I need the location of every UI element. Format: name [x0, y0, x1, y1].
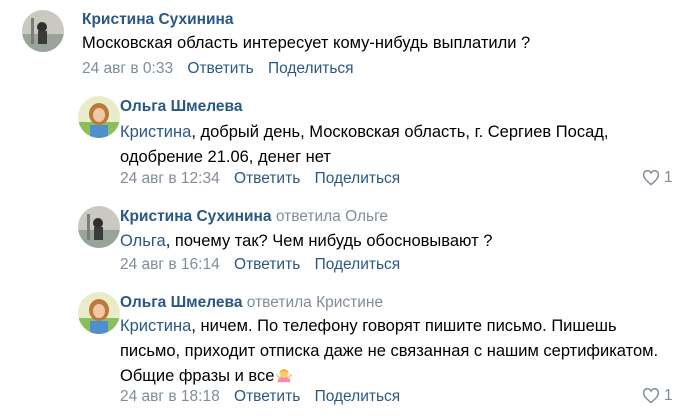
comment-text: Кристина, добрый день, Московская област… [120, 120, 608, 170]
timestamp[interactable]: 24 авг в 18:18 [120, 388, 220, 405]
comment-text: Кристина, ничем. По телефону говорят пиш… [120, 314, 658, 389]
share-button[interactable]: Поделиться [315, 256, 401, 273]
like-count: 1 [664, 387, 673, 404]
avatar-olga[interactable] [78, 96, 120, 138]
woman-shrugging-emoji-icon [276, 368, 293, 383]
like-button[interactable]: 1 [642, 387, 673, 405]
like-button[interactable]: 1 [642, 169, 673, 187]
author-link[interactable]: Ольга Шмелева [120, 98, 242, 115]
comment-text-line: одобрение 21.06, денег нет [120, 148, 331, 166]
timestamp[interactable]: 24 авг в 12:34 [120, 170, 220, 187]
comment-meta: 24 авг в 12:34 Ответить Поделиться [120, 170, 410, 188]
heart-outline-icon [642, 388, 660, 404]
mention-link[interactable]: Кристина [120, 317, 191, 335]
reply-button[interactable]: Ответить [234, 388, 300, 405]
comment-text-line: Ольга, почему так? Чем нибудь обосновыва… [120, 232, 493, 250]
share-button[interactable]: Поделиться [268, 60, 354, 77]
like-count: 1 [664, 169, 673, 186]
author-name: Кристина Сухинина [82, 11, 234, 29]
reply-button[interactable]: Ответить [234, 256, 300, 273]
reply-button[interactable]: Ответить [187, 60, 253, 77]
comment-text-line: Кристина, ничем. По телефону говорят пиш… [120, 317, 617, 335]
mention-link[interactable]: Ольга [120, 232, 166, 250]
avatar-kristina[interactable] [22, 10, 64, 52]
author-link[interactable]: Кристина Сухинина [120, 208, 272, 225]
comment-text-line: Общие фразы и все [120, 364, 658, 389]
author-name: Ольга Шмелева [120, 98, 242, 116]
comment-meta: 24 авг в 16:14 Ответить Поделиться [120, 256, 410, 274]
comment-text-line: Московская область интересует кому-нибуд… [82, 34, 531, 52]
timestamp[interactable]: 24 авг в 16:14 [120, 256, 220, 273]
avatar-kristina[interactable] [78, 206, 120, 248]
comment-text-line: Кристина, добрый день, Московская област… [120, 123, 609, 141]
comment-text-line: письмо, приходит отписка даже не связанн… [120, 342, 659, 360]
comment-text: Ольга, почему так? Чем нибудь обосновыва… [120, 229, 492, 254]
comment-meta: 24 авг в 0:33 Ответить Поделиться [82, 60, 364, 78]
author-name: Ольга Шмелева ответила Кристине [120, 294, 383, 312]
avatar-olga[interactable] [78, 292, 120, 334]
author-name: Кристина Сухинина ответила Ольге [120, 208, 388, 226]
share-button[interactable]: Поделиться [315, 170, 401, 187]
author-link[interactable]: Ольга Шмелева [120, 294, 242, 311]
replied-to[interactable]: ответила Кристине [247, 294, 383, 311]
share-button[interactable]: Поделиться [315, 388, 401, 405]
reply-button[interactable]: Ответить [234, 170, 300, 187]
timestamp[interactable]: 24 авг в 0:33 [82, 60, 173, 77]
heart-outline-icon [642, 170, 660, 186]
comment-meta: 24 авг в 18:18 Ответить Поделиться [120, 388, 410, 406]
replied-to[interactable]: ответила Ольге [276, 208, 388, 225]
author-link[interactable]: Кристина Сухинина [82, 11, 234, 28]
mention-link[interactable]: Кристина [120, 123, 191, 141]
comment-text: Московская область интересует кому-нибуд… [82, 31, 530, 56]
